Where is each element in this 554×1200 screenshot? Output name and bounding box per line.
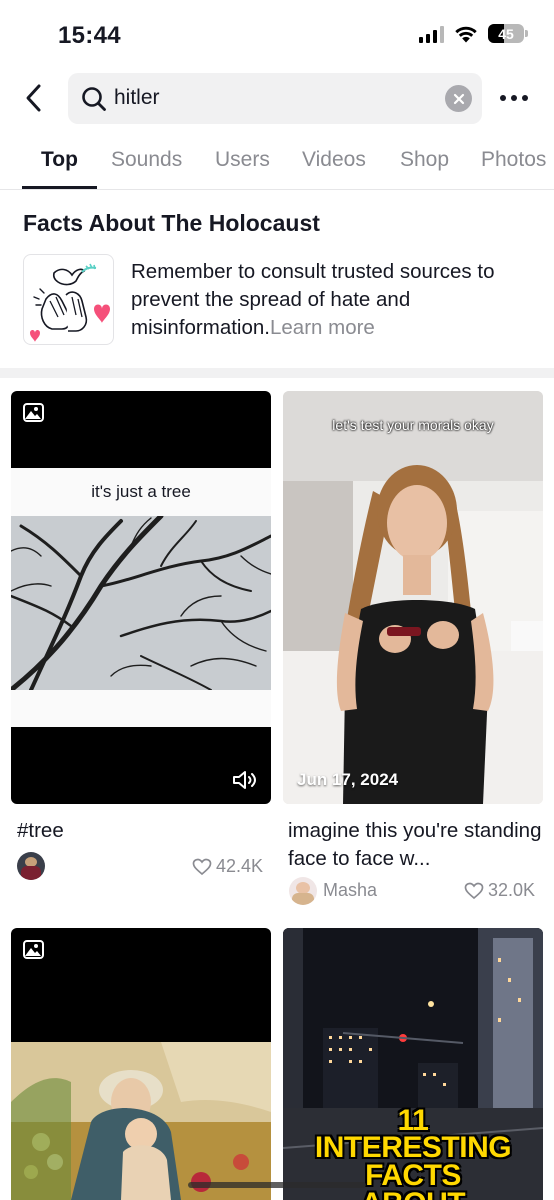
more-dot-icon [500,95,506,101]
chevron-left-icon [26,84,41,112]
section-divider [0,368,554,378]
active-tab-indicator [22,186,97,189]
photo-icon [23,403,44,422]
battery-level: 45 [498,25,514,42]
tab-sounds[interactable]: Sounds [111,148,182,172]
search-input[interactable]: hitler [68,73,482,124]
speaker-icon[interactable] [231,768,259,792]
result-thumbnail[interactable]: 11 INTERESTING FACTS ABOUT [283,928,543,1200]
back-button[interactable] [18,80,48,116]
painting-image [11,1042,271,1200]
avatar[interactable] [289,877,317,905]
tab-users[interactable]: Users [215,148,270,172]
result-thumbnail[interactable] [11,928,271,1200]
heart-icon [192,858,212,875]
result-card[interactable]: 11 INTERESTING FACTS ABOUT [283,928,543,1200]
praying-hands-dove-icon [30,263,110,342]
more-options-button[interactable] [500,88,528,108]
like-count[interactable]: 32.0K [464,880,535,901]
status-time: 15:44 [58,22,121,49]
result-caption[interactable]: imagine this you're standing face to fac… [288,817,543,873]
tab-videos[interactable]: Videos [302,148,366,172]
result-card[interactable]: it's just a tree #tree 42.4K [11,391,271,891]
result-card[interactable]: let's test your morals okay Jun 17, 2024… [283,391,543,911]
photo-icon [23,940,44,959]
tree-photo: it's just a tree [11,468,271,727]
search-icon [82,87,106,111]
learn-more-link[interactable]: Learn more [270,316,375,339]
video-still-image [283,391,543,804]
overlay-line-4: ABOUT [283,1189,543,1200]
overlay-text: it's just a tree [91,482,191,501]
tab-shop[interactable]: Shop [400,148,449,172]
result-caption[interactable]: #tree [17,817,267,845]
tab-top[interactable]: Top [41,148,78,172]
result-thumbnail[interactable]: it's just a tree [11,391,271,804]
avatar[interactable] [17,852,45,880]
home-indicator[interactable] [188,1182,366,1188]
like-count-value: 32.0K [487,880,535,900]
author-name[interactable]: Masha [323,880,377,901]
search-tabs: Top Sounds Users Videos Shop Photos [0,136,554,190]
info-card-illustration [23,254,114,345]
wifi-icon [455,26,477,43]
status-bar: 15:44 45 [0,0,554,70]
battery-icon: 45 [488,24,528,43]
search-query[interactable]: hitler [114,86,160,110]
clear-search-button[interactable] [445,85,472,112]
post-date: Jun 17, 2024 [297,770,399,789]
heart-icon [464,882,484,899]
info-card-body: Remember to consult trusted sources to p… [131,258,536,342]
more-dot-icon [511,95,517,101]
tab-photos[interactable]: Photos [481,148,546,172]
cellular-signal-icon [419,25,444,43]
like-count[interactable]: 42.4K [192,856,263,877]
result-card[interactable] [11,928,271,1200]
info-card-title: Facts About The Holocaust [23,210,320,236]
tree-branches-image [11,516,271,690]
like-count-value: 42.4K [215,856,263,876]
overlay-text: let's test your morals okay [332,417,494,433]
close-icon [453,93,464,104]
status-icons: 45 [419,24,528,43]
result-thumbnail[interactable]: let's test your morals okay Jun 17, 2024 [283,391,543,804]
more-dot-icon [522,95,528,101]
